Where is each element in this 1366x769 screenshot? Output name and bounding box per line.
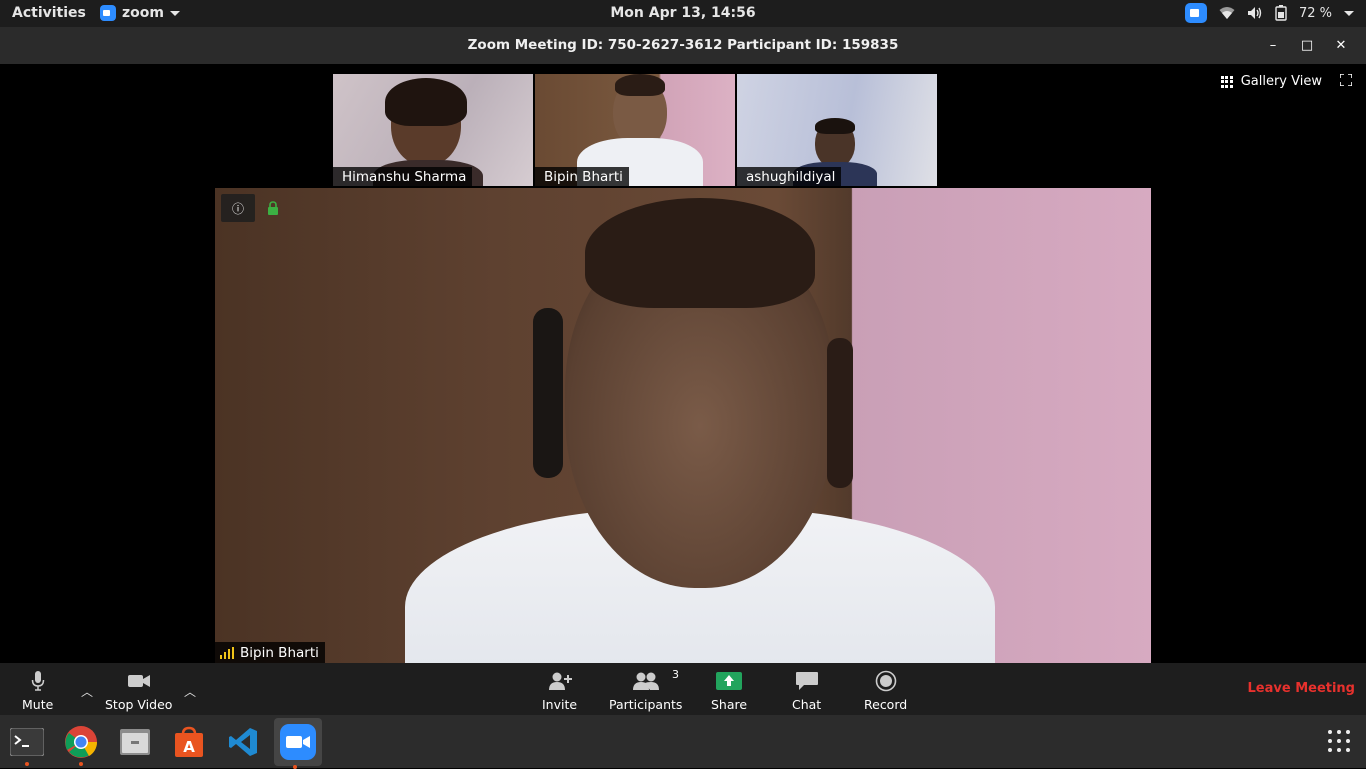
video-options-chevron-icon[interactable]: ︿ — [184, 683, 196, 700]
maximize-button[interactable]: □ — [1290, 33, 1324, 57]
volume-icon — [1247, 7, 1262, 19]
window-controls: – □ ✕ — [1256, 33, 1358, 57]
share-screen-icon — [716, 669, 743, 693]
window-title-bar: Zoom Meeting ID: 750-2627-3612 Participa… — [0, 27, 1366, 64]
meeting-toolbar: Mute ︿ Stop Video ︿ Invite Participants … — [0, 663, 1366, 715]
signal-strength-icon — [220, 647, 234, 659]
record-button[interactable]: Record — [864, 669, 907, 712]
active-speaker-label: Bipin Bharti — [215, 642, 325, 663]
record-label: Record — [864, 697, 908, 712]
mute-button[interactable]: Mute — [22, 669, 53, 712]
fullscreen-icon[interactable] — [1339, 73, 1353, 90]
files-icon[interactable] — [114, 721, 156, 763]
active-speaker-video[interactable]: ⓘ Bipin Bharti — [215, 188, 1151, 663]
wifi-icon — [1219, 7, 1235, 19]
grid-icon — [1220, 75, 1233, 88]
meeting-stage: Gallery View Himanshu Sharma Bipin Bhart… — [0, 64, 1366, 663]
invite-button[interactable]: Invite — [542, 669, 577, 712]
system-tray[interactable]: 72 % — [1184, 3, 1354, 23]
system-top-bar: Activities zoom Mon Apr 13, 14:56 72 % — [0, 0, 1366, 27]
participant-count-badge: 3 — [672, 668, 679, 681]
share-screen-button[interactable]: Share — [711, 669, 747, 712]
stop-video-button[interactable]: Stop Video — [105, 669, 172, 712]
minimize-button[interactable]: – — [1256, 33, 1290, 57]
zoom-icon[interactable] — [274, 718, 322, 769]
mute-label: Mute — [22, 697, 54, 712]
video-camera-icon — [127, 669, 151, 693]
clock[interactable]: Mon Apr 13, 14:56 — [0, 5, 1366, 21]
chat-label: Chat — [792, 697, 822, 712]
meeting-info-icon[interactable]: ⓘ — [221, 194, 255, 222]
active-speaker-name: Bipin Bharti — [240, 645, 319, 661]
participant-name: ashughildiyal — [737, 167, 842, 186]
participant-thumbnail[interactable]: Bipin Bharti — [535, 74, 735, 186]
software-center-icon[interactable]: A — [168, 721, 210, 763]
chat-button[interactable]: Chat — [792, 669, 821, 712]
participant-name: Bipin Bharti — [535, 167, 629, 186]
share-label: Share — [711, 697, 748, 712]
thumbnail-strip: Himanshu Sharma Bipin Bharti ashughildiy… — [333, 74, 937, 186]
close-button[interactable]: ✕ — [1324, 33, 1358, 57]
chrome-icon[interactable] — [60, 721, 102, 766]
audio-options-chevron-icon[interactable]: ︿ — [81, 683, 93, 700]
add-person-icon — [548, 669, 572, 693]
participant-thumbnail[interactable]: ashughildiyal — [737, 74, 937, 186]
svg-text:A: A — [183, 738, 195, 756]
microphone-icon — [31, 669, 45, 693]
participant-thumbnail[interactable]: Himanshu Sharma — [333, 74, 533, 186]
leave-meeting-button[interactable]: Leave Meeting — [1248, 681, 1356, 696]
gallery-view-button[interactable]: Gallery View — [1220, 74, 1322, 89]
battery-percent: 72 % — [1298, 5, 1332, 21]
chat-bubble-icon — [795, 669, 819, 693]
window-title: Zoom Meeting ID: 750-2627-3612 Participa… — [467, 37, 899, 53]
show-applications-icon[interactable] — [1328, 730, 1350, 752]
terminal-icon[interactable] — [6, 721, 48, 766]
participant-name: Himanshu Sharma — [333, 167, 473, 186]
invite-label: Invite — [542, 697, 578, 712]
zoom-tray-icon[interactable] — [1184, 3, 1207, 23]
gallery-view-label: Gallery View — [1240, 74, 1322, 89]
chevron-down-icon[interactable] — [1344, 10, 1354, 16]
encryption-lock-icon[interactable] — [263, 198, 283, 218]
vscode-icon[interactable] — [222, 721, 264, 763]
participants-icon — [632, 669, 659, 693]
participants-label: Participants — [609, 697, 683, 712]
battery-icon — [1275, 5, 1287, 21]
record-icon — [875, 669, 897, 693]
stop-video-label: Stop Video — [105, 697, 173, 712]
application-dock: A — [0, 715, 1366, 769]
